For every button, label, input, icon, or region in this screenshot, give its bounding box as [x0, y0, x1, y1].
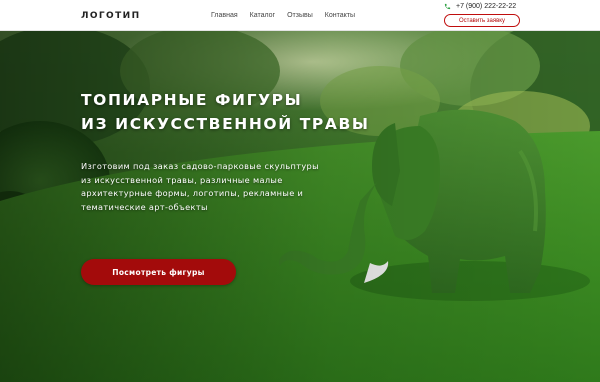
- hero-description-line: из искусственной травы, различные малые: [81, 174, 283, 185]
- hero-section: ТОПИАРНЫЕ ФИГУРЫ ИЗ ИСКУССТВЕННОЙ ТРАВЫ …: [0, 31, 600, 382]
- nav-home[interactable]: Главная: [211, 12, 238, 19]
- view-figures-button[interactable]: Посмотреть фигуры: [81, 259, 236, 285]
- hero-description-line: архитектурные формы, логотипы, рекламные…: [81, 188, 304, 199]
- nav-catalog[interactable]: Каталог: [250, 12, 275, 19]
- callback-button[interactable]: Оставить заявку: [444, 14, 520, 27]
- logo[interactable]: ЛОГОТИП: [81, 11, 141, 21]
- phone-number[interactable]: +7 (900) 222-22-22: [456, 3, 516, 10]
- hero-description-line: Изготовим под заказ садово-парковые скул…: [81, 161, 319, 171]
- nav-contacts[interactable]: Контакты: [325, 12, 355, 19]
- phone-block: +7 (900) 222-22-22: [444, 3, 520, 10]
- hero-description-line: тематические арт-объекты: [81, 202, 208, 213]
- hero-title-line: ИЗ ИСКУССТВЕННОЙ ТРАВЫ: [81, 115, 370, 133]
- nav-reviews[interactable]: Отзывы: [287, 12, 313, 19]
- hero-title-line: ТОПИАРНЫЕ ФИГУРЫ: [81, 91, 303, 109]
- hero-description: Изготовим под заказ садово-парковые скул…: [81, 160, 331, 215]
- phone-icon: [444, 3, 451, 10]
- hero-title: ТОПИАРНЫЕ ФИГУРЫ ИЗ ИСКУССТВЕННОЙ ТРАВЫ: [81, 88, 401, 136]
- site-header: ЛОГОТИП Главная Каталог Отзывы Контакты …: [0, 0, 600, 31]
- main-nav: Главная Каталог Отзывы Контакты: [211, 12, 355, 19]
